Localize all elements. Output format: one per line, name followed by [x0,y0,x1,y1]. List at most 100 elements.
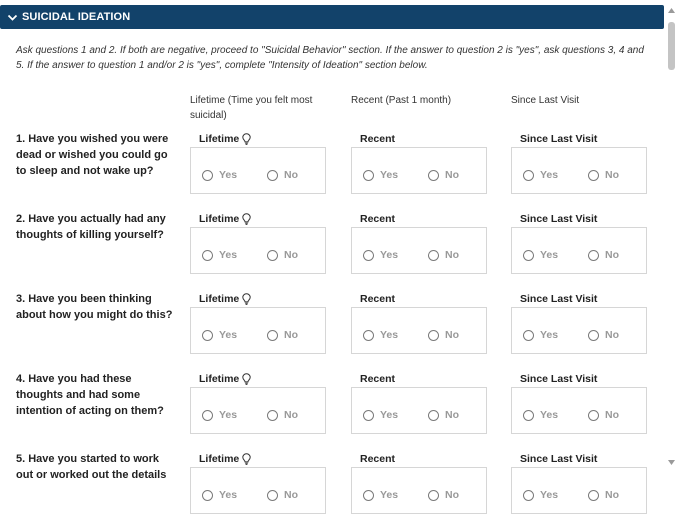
radio-yes-lifetime-q4[interactable]: Yes [202,409,237,421]
radio-circle[interactable] [267,409,278,421]
radio-no-recent-q2[interactable]: No [428,249,459,261]
radio-yes-recent-q1[interactable]: Yes [363,169,398,181]
field-label-text: Lifetime [199,373,240,385]
scrollbar-thumb[interactable] [668,22,675,70]
field-label-recent: Recent [360,213,395,225]
radio-circle[interactable] [267,169,278,181]
radio-no-lifetime-q3[interactable]: No [267,329,298,341]
radio-circle[interactable] [267,489,278,501]
scrollbar[interactable] [666,5,675,474]
radio-circle[interactable] [363,489,374,501]
radio-label-yes: Yes [380,249,399,261]
instructions-text: Ask questions 1 and 2. If both are negat… [16,45,644,71]
section-title: SUICIDAL IDEATION [22,11,131,23]
radio-yes-since-q2[interactable]: Yes [523,249,558,261]
radio-circle[interactable] [202,169,213,181]
radio-circle[interactable] [588,169,599,181]
radio-circle[interactable] [202,249,213,261]
radio-label-no: No [605,169,619,181]
lightbulb-icon[interactable] [242,453,251,465]
radio-circle[interactable] [428,489,439,501]
radio-label-no: No [605,249,619,261]
radio-yes-recent-q3[interactable]: Yes [363,329,398,341]
scroll-down-arrow-icon[interactable] [667,458,675,466]
radio-circle[interactable] [523,409,534,421]
radio-yes-lifetime-q2[interactable]: Yes [202,249,237,261]
answer-box-lifetime: Yes No [190,467,326,514]
field-label-text: Lifetime [199,133,240,145]
lightbulb-icon[interactable] [242,133,251,145]
radio-circle[interactable] [588,329,599,341]
column-header-lifetime: Lifetime (Time you felt most suicidal) [190,95,313,121]
radio-no-since-q2[interactable]: No [588,249,619,261]
lightbulb-icon[interactable] [242,293,251,305]
radio-yes-lifetime-q1[interactable]: Yes [202,169,237,181]
field-label-lifetime: Lifetime [199,213,251,225]
field-label-lifetime: Lifetime [199,133,251,145]
radio-circle[interactable] [202,489,213,501]
question-4: 4. Have you had these thoughts and had s… [16,373,164,417]
radio-no-lifetime-q5[interactable]: No [267,489,298,501]
field-label-recent: Recent [360,133,395,145]
radio-circle[interactable] [267,329,278,341]
radio-yes-lifetime-q5[interactable]: Yes [202,489,237,501]
radio-circle[interactable] [428,329,439,341]
radio-circle[interactable] [428,249,439,261]
scroll-up-arrow-icon[interactable] [667,6,675,14]
radio-circle[interactable] [523,249,534,261]
radio-label-no: No [605,329,619,341]
radio-no-recent-q1[interactable]: No [428,169,459,181]
radio-no-lifetime-q2[interactable]: No [267,249,298,261]
radio-yes-since-q1[interactable]: Yes [523,169,558,181]
radio-circle[interactable] [588,249,599,261]
radio-label-no: No [445,329,459,341]
radio-no-lifetime-q1[interactable]: No [267,169,298,181]
radio-label-no: No [284,329,298,341]
field-label-text: Lifetime [199,293,240,305]
radio-no-recent-q5[interactable]: No [428,489,459,501]
radio-label-yes: Yes [219,489,238,501]
radio-circle[interactable] [428,169,439,181]
answer-box-recent: Yes No [351,467,487,514]
radio-yes-since-q3[interactable]: Yes [523,329,558,341]
radio-label-no: No [445,489,459,501]
radio-yes-recent-q4[interactable]: Yes [363,409,398,421]
radio-no-lifetime-q4[interactable]: No [267,409,298,421]
radio-label-no: No [284,489,298,501]
radio-no-since-q4[interactable]: No [588,409,619,421]
radio-circle[interactable] [267,249,278,261]
radio-yes-recent-q5[interactable]: Yes [363,489,398,501]
field-label-since: Since Last Visit [520,373,597,385]
radio-circle[interactable] [363,329,374,341]
radio-no-since-q1[interactable]: No [588,169,619,181]
radio-no-recent-q3[interactable]: No [428,329,459,341]
radio-no-recent-q4[interactable]: No [428,409,459,421]
radio-circle[interactable] [523,489,534,501]
radio-circle[interactable] [363,409,374,421]
radio-circle[interactable] [202,329,213,341]
answer-box-since: Yes No [511,227,647,274]
radio-label-yes: Yes [219,169,238,181]
radio-circle[interactable] [588,489,599,501]
lightbulb-icon[interactable] [242,213,251,225]
field-label-text: Since Last Visit [520,213,598,225]
radio-yes-since-q4[interactable]: Yes [523,409,558,421]
radio-circle[interactable] [363,169,374,181]
radio-no-since-q3[interactable]: No [588,329,619,341]
radio-yes-recent-q2[interactable]: Yes [363,249,398,261]
lightbulb-icon[interactable] [242,373,251,385]
radio-circle[interactable] [588,409,599,421]
chevron-down-icon [7,11,19,23]
radio-label-no: No [605,409,619,421]
column-header-recent: Recent (Past 1 month) [351,95,452,106]
radio-circle[interactable] [202,409,213,421]
radio-yes-since-q5[interactable]: Yes [523,489,558,501]
radio-yes-lifetime-q3[interactable]: Yes [202,329,237,341]
section-header-suicidal-ideation[interactable]: SUICIDAL IDEATION [0,5,664,29]
radio-circle[interactable] [363,249,374,261]
radio-circle[interactable] [523,169,534,181]
radio-circle[interactable] [523,329,534,341]
radio-no-since-q5[interactable]: No [588,489,619,501]
field-label-text: Lifetime [199,453,240,465]
radio-circle[interactable] [428,409,439,421]
